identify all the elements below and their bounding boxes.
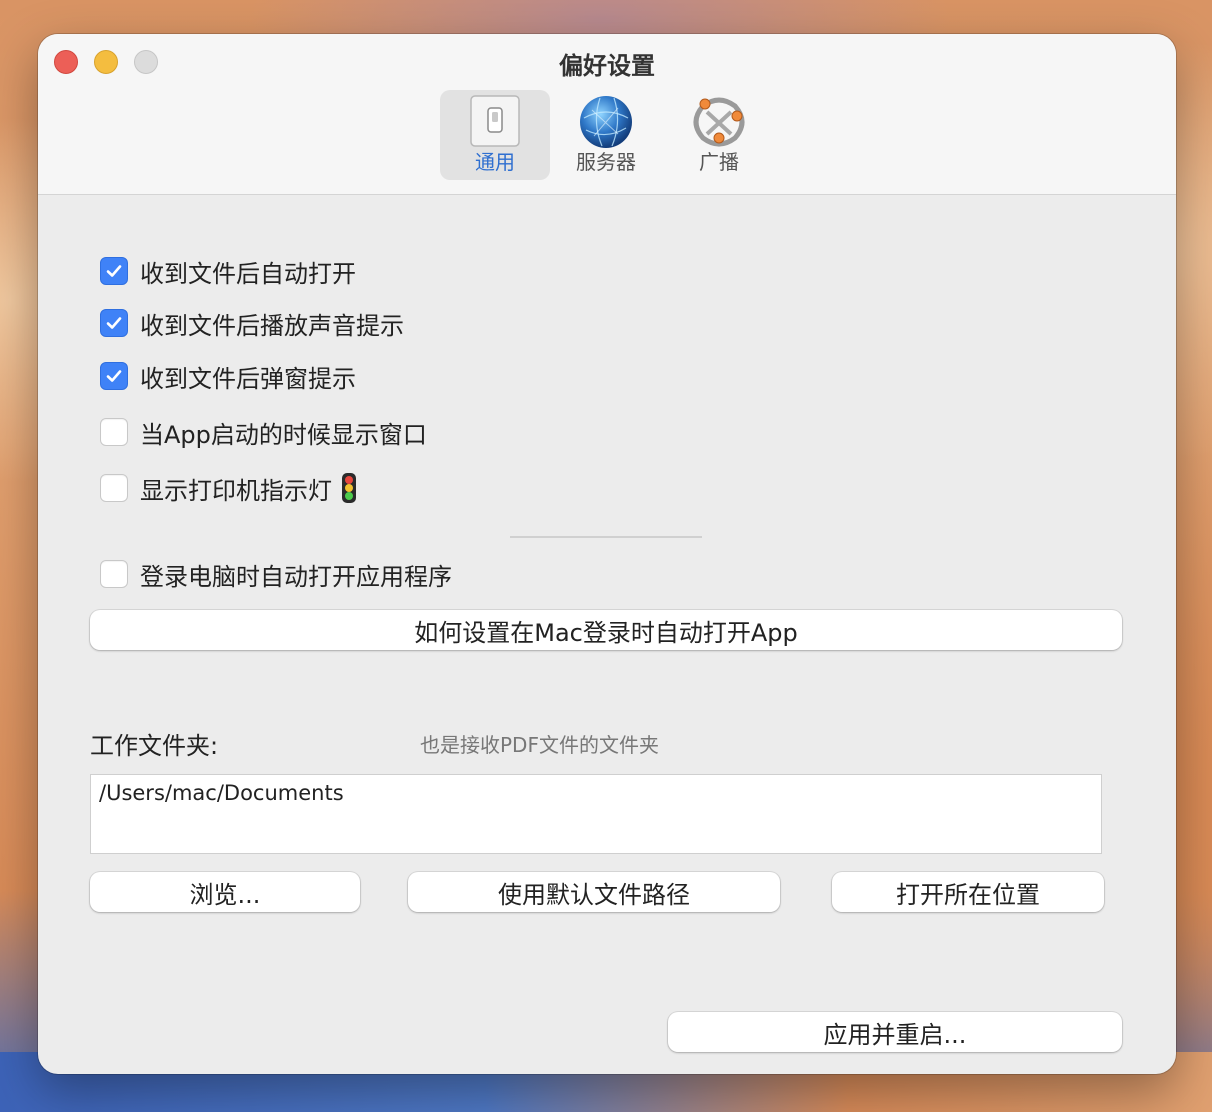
tab-general[interactable]: 通用 bbox=[440, 90, 550, 180]
window-toolbar: 偏好设置 通用 服务器 广播 bbox=[38, 34, 1176, 195]
checkmark-icon bbox=[106, 265, 122, 277]
bonjour-broadcast-icon bbox=[691, 94, 747, 150]
tab-broadcast[interactable]: 广播 bbox=[664, 90, 774, 180]
traffic-light-icon bbox=[342, 473, 356, 503]
popup-alert-label: 收到文件后弹窗提示 bbox=[140, 364, 356, 393]
work-folder-label: 工作文件夹: bbox=[90, 732, 219, 760]
work-folder-path-field[interactable]: /Users/mac/Documents bbox=[90, 774, 1102, 854]
switch-icon bbox=[467, 94, 523, 150]
tab-server-label: 服务器 bbox=[576, 150, 636, 174]
browse-button[interactable]: 浏览... bbox=[90, 872, 360, 912]
sound-alert-label: 收到文件后播放声音提示 bbox=[140, 311, 404, 340]
work-folder-hint: 也是接收PDF文件的文件夹 bbox=[420, 733, 659, 757]
general-settings-panel: 收到文件后自动打开 收到文件后播放声音提示 收到文件后弹窗提示 当App启动的时… bbox=[38, 196, 1176, 1074]
option-popup-alert[interactable]: 收到文件后弹窗提示 bbox=[100, 360, 356, 393]
apply-and-restart-button[interactable]: 应用并重启... bbox=[668, 1012, 1122, 1052]
option-sound-alert[interactable]: 收到文件后播放声音提示 bbox=[100, 307, 404, 340]
window-title: 偏好设置 bbox=[559, 52, 655, 80]
preferences-window: 偏好设置 通用 服务器 广播 收到文件后自动打开 收到文件后播放声音提示 收到文… bbox=[38, 34, 1176, 1074]
printer-indicator-label: 显示打印机指示灯 bbox=[140, 476, 332, 505]
option-launch-at-login[interactable]: 登录电脑时自动打开应用程序 bbox=[100, 558, 452, 591]
section-divider bbox=[510, 536, 702, 538]
open-location-button[interactable]: 打开所在位置 bbox=[832, 872, 1104, 912]
checkmark-icon bbox=[106, 370, 122, 382]
show-window-checkbox[interactable] bbox=[100, 418, 128, 446]
option-show-window-on-launch[interactable]: 当App启动的时候显示窗口 bbox=[100, 416, 427, 449]
tab-broadcast-label: 广播 bbox=[699, 150, 739, 174]
show-window-label: 当App启动的时候显示窗口 bbox=[140, 420, 427, 449]
tab-general-label: 通用 bbox=[475, 150, 515, 174]
launch-at-login-checkbox[interactable] bbox=[100, 560, 128, 588]
option-auto-open[interactable]: 收到文件后自动打开 bbox=[100, 255, 356, 288]
auto-open-label: 收到文件后自动打开 bbox=[140, 259, 356, 288]
auto-open-checkbox[interactable] bbox=[100, 257, 128, 285]
option-printer-indicator[interactable]: 显示打印机指示灯 bbox=[100, 472, 356, 505]
login-help-button[interactable]: 如何设置在Mac登录时自动打开App bbox=[90, 610, 1122, 650]
use-default-path-button[interactable]: 使用默认文件路径 bbox=[408, 872, 780, 912]
checkmark-icon bbox=[106, 317, 122, 329]
tab-server[interactable]: 服务器 bbox=[552, 90, 660, 180]
launch-at-login-label: 登录电脑时自动打开应用程序 bbox=[140, 562, 452, 591]
printer-indicator-checkbox[interactable] bbox=[100, 474, 128, 502]
network-globe-icon bbox=[578, 94, 634, 150]
sound-alert-checkbox[interactable] bbox=[100, 309, 128, 337]
popup-alert-checkbox[interactable] bbox=[100, 362, 128, 390]
